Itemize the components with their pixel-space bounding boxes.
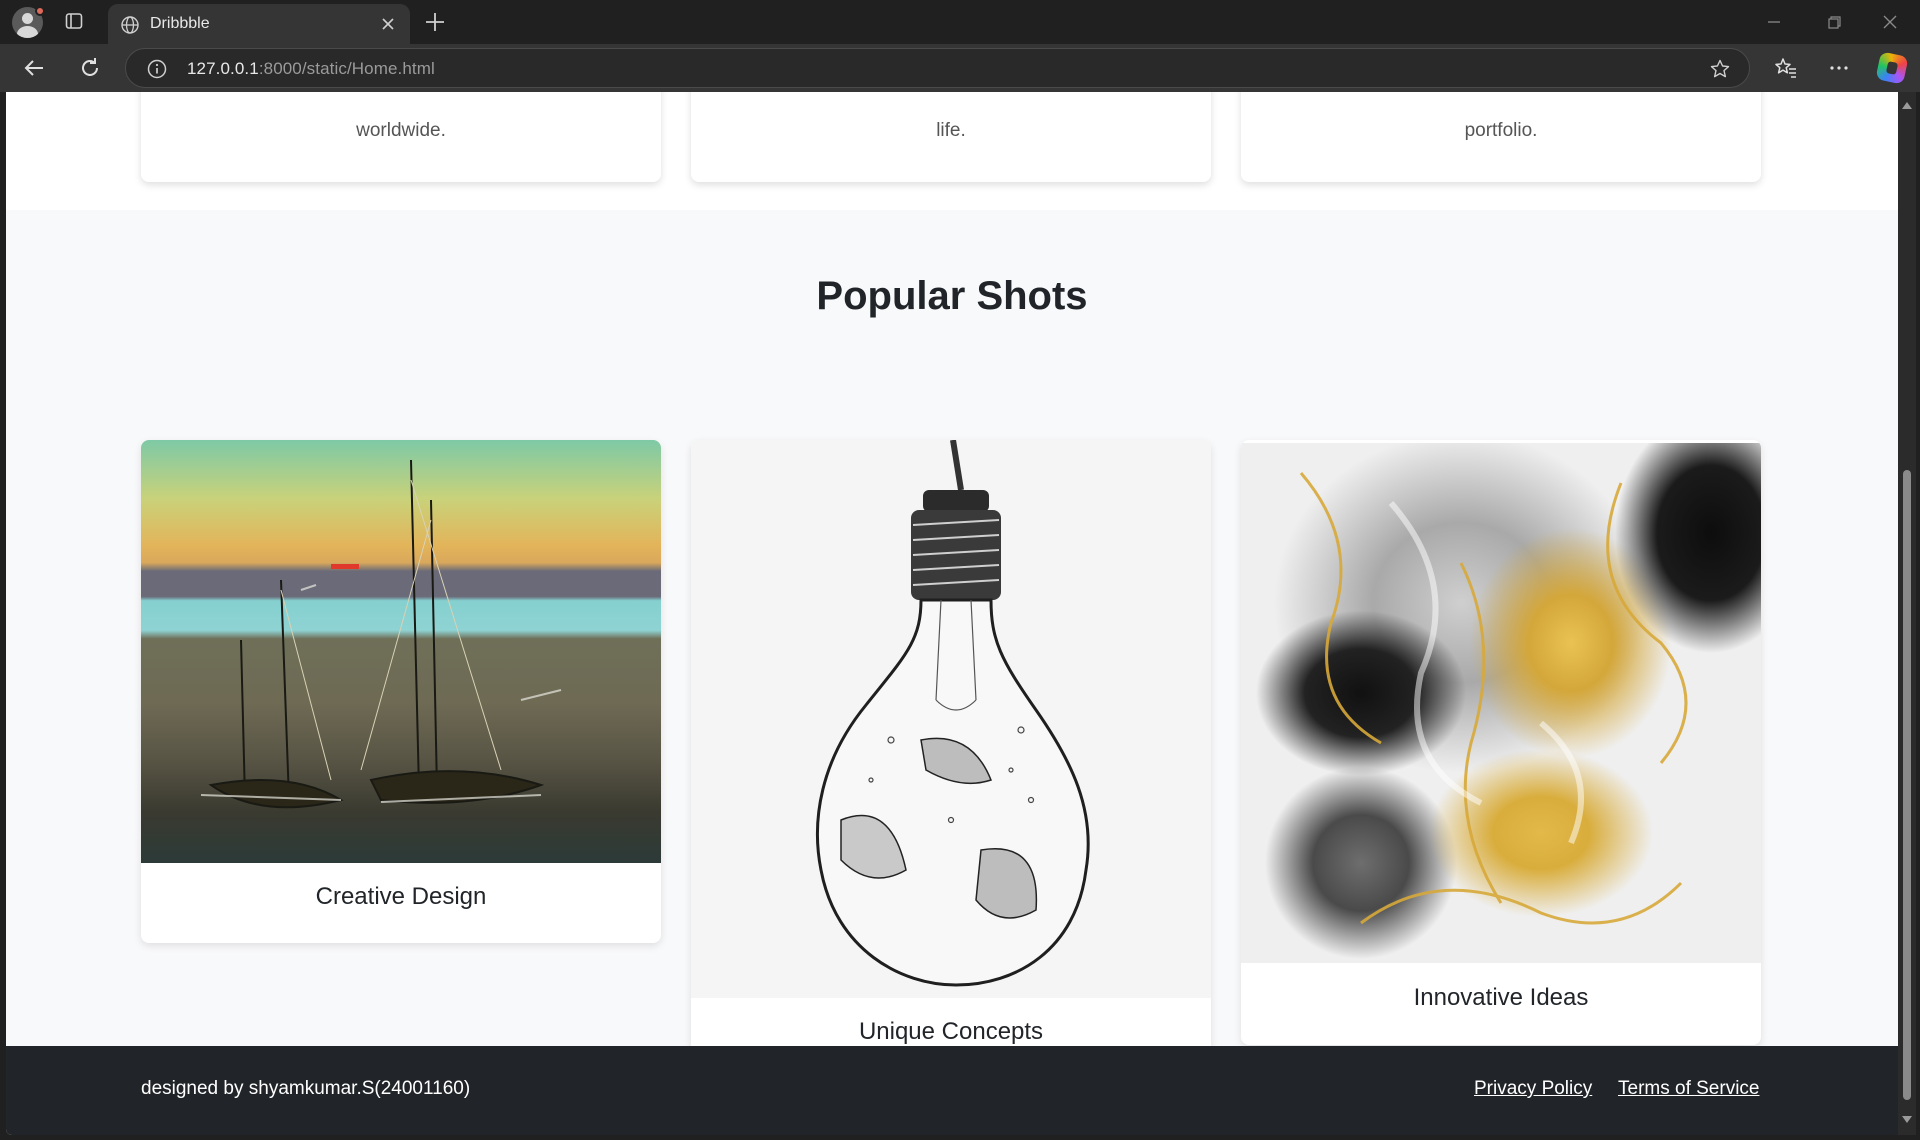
copilot-icon[interactable] <box>1875 51 1909 85</box>
section-heading: Popular Shots <box>816 274 1088 318</box>
minimize-icon[interactable] <box>1762 10 1786 34</box>
shot-card-unique-concepts[interactable]: Unique Concepts <box>691 440 1211 1078</box>
shot-caption: Creative Design <box>315 883 487 910</box>
shot-caption: Innovative Ideas <box>1413 984 1589 1011</box>
browser-toolbar: 127.0.0.1:8000/static/Home.html <box>0 44 1920 92</box>
url-path: :8000/static/Home.html <box>258 59 435 78</box>
lightbulb-illustration <box>815 440 1090 987</box>
popular-shots-section: Popular Shots Creative Design Unique Con… <box>6 210 1898 1078</box>
scroll-up-icon[interactable] <box>1902 102 1912 109</box>
tab-title: Dribbble <box>150 15 210 32</box>
tab-actions-icon[interactable] <box>64 11 84 31</box>
page-scrollbar[interactable] <box>1898 92 1916 1135</box>
favorite-star-icon[interactable] <box>1709 58 1731 80</box>
url-host: 127.0.0.1 <box>187 59 259 78</box>
feature-card: life. <box>691 92 1211 182</box>
lightbulb-sketch-image <box>691 440 1211 998</box>
tab-bar: Dribbble <box>0 0 1920 44</box>
shot-caption: Unique Concepts <box>858 1018 1044 1045</box>
new-tab-icon[interactable] <box>422 9 448 35</box>
privacy-policy-link[interactable]: Privacy Policy <box>1474 1078 1592 1100</box>
globe-icon <box>121 16 139 34</box>
feature-card: worldwide. <box>141 92 661 182</box>
ships-painting-image <box>141 440 661 863</box>
terms-of-service-link[interactable]: Terms of Service <box>1618 1078 1759 1100</box>
close-window-icon[interactable] <box>1878 10 1902 34</box>
favorites-icon[interactable] <box>1772 54 1800 82</box>
feature-text: life. <box>936 120 966 141</box>
scroll-down-icon[interactable] <box>1902 1116 1912 1123</box>
shot-card-creative-design[interactable]: Creative Design <box>141 440 661 943</box>
scrollbar-thumb[interactable] <box>1903 470 1911 1100</box>
feature-card: portfolio. <box>1241 92 1761 182</box>
page-viewport: worldwide. life. portfolio. Popular Shot… <box>6 92 1898 1135</box>
reload-icon[interactable] <box>76 54 104 82</box>
feature-text: portfolio. <box>1464 120 1538 141</box>
close-tab-icon[interactable] <box>378 14 398 34</box>
footer-credit: designed by shyamkumar.S(24001160) <box>141 1078 471 1099</box>
shot-card-innovative-ideas[interactable]: Innovative Ideas <box>1241 440 1761 1045</box>
url-text: 127.0.0.1:8000/static/Home.html <box>187 59 435 79</box>
feature-text: worldwide. <box>356 120 446 141</box>
marble-veins <box>1299 472 1688 925</box>
address-bar[interactable]: 127.0.0.1:8000/static/Home.html <box>125 48 1750 88</box>
tab-dribbble[interactable]: Dribbble <box>108 4 410 44</box>
restore-icon[interactable] <box>1822 10 1846 34</box>
page-footer: designed by shyamkumar.S(24001160) Priva… <box>6 1046 1898 1135</box>
notification-dot <box>35 6 45 16</box>
site-info-icon[interactable] <box>146 58 168 80</box>
more-options-icon[interactable] <box>1825 54 1853 82</box>
marble-art-image <box>1241 443 1761 963</box>
painting-detail <box>331 564 359 569</box>
back-arrow-icon[interactable] <box>20 54 48 82</box>
ships-illustration <box>200 459 562 809</box>
